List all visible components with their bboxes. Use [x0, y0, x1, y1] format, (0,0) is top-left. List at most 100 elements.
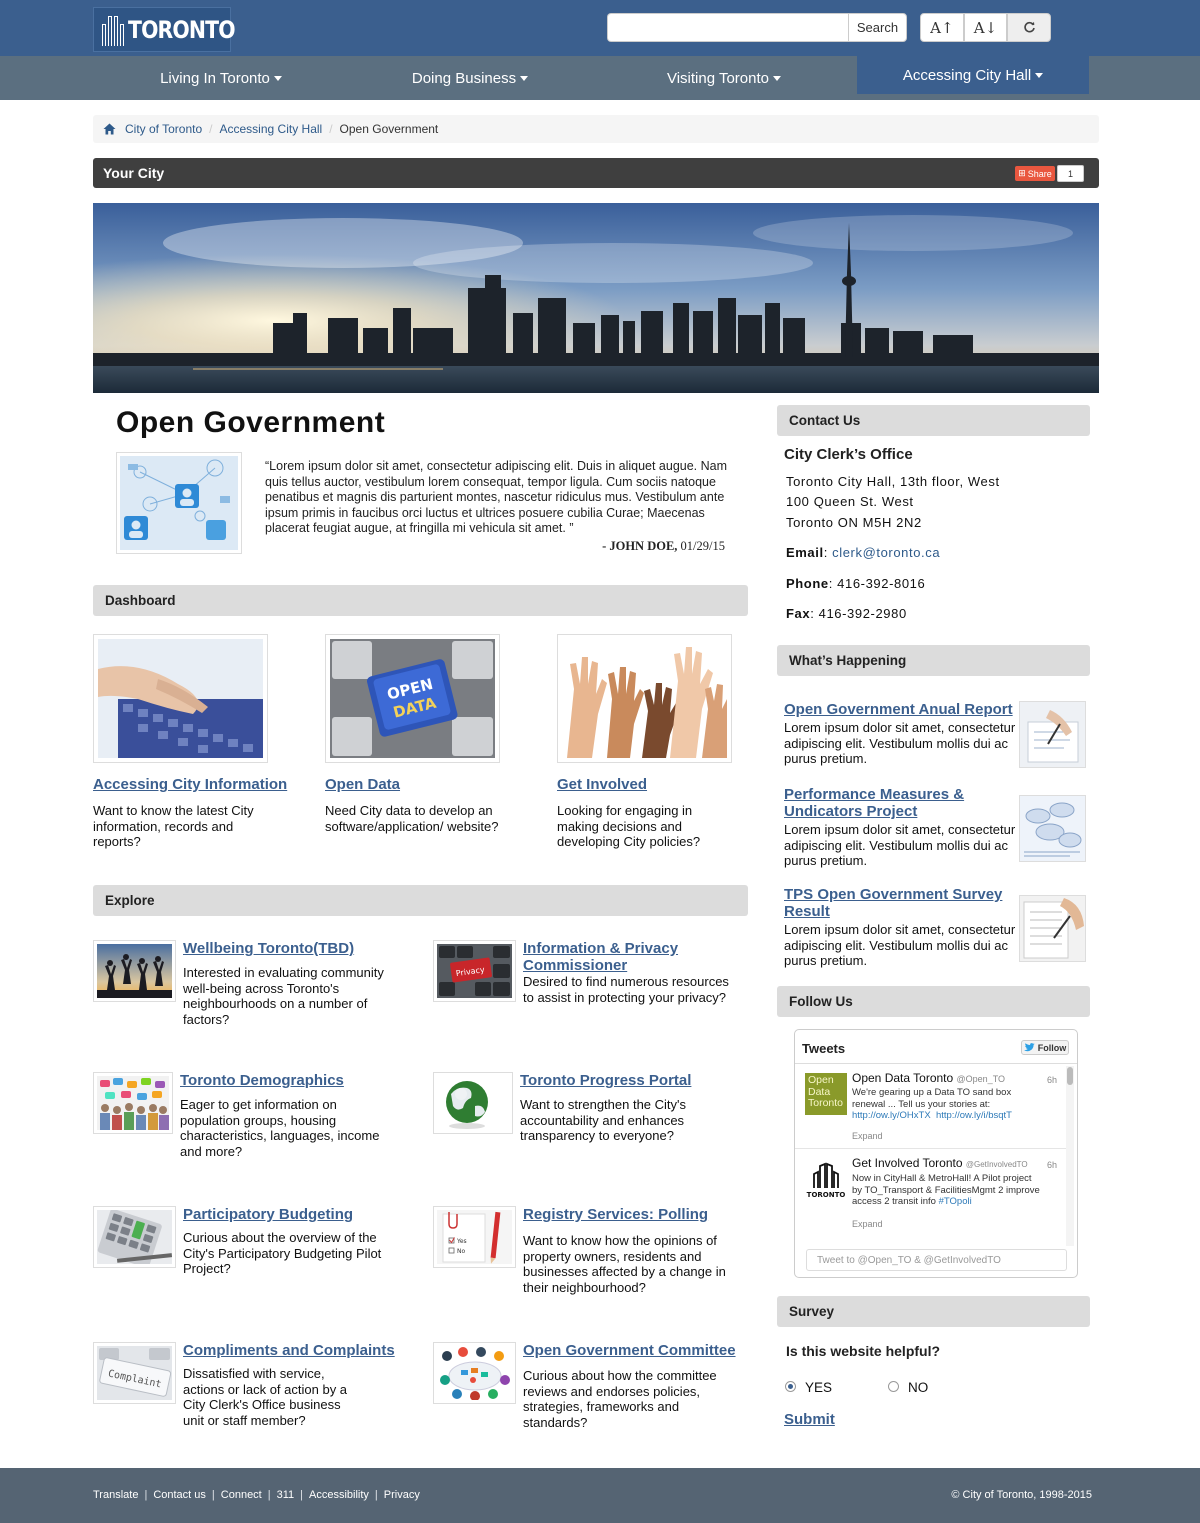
open-data-key-image[interactable]: OPEN DATA — [325, 634, 500, 763]
contact-address-line-1: Toronto City Hall, 13th floor, West — [786, 474, 1000, 489]
wellbeing-image[interactable] — [93, 940, 176, 1002]
keyboard-hands-picture — [98, 639, 263, 758]
performance-measures-link[interactable]: Performance Measures & Undicators Projec… — [784, 786, 1016, 820]
nav-accessing-city-hall[interactable]: Accessing City Hall — [857, 56, 1089, 94]
tweet-item: Open Data Toronto Open Data Toronto @Ope… — [795, 1065, 1067, 1149]
survey-yes-radio[interactable] — [785, 1381, 796, 1392]
contact-office-name: City Clerk’s Office — [784, 446, 913, 463]
tweet-expand[interactable]: Expand — [852, 1219, 883, 1229]
quote-author-name: - JOHN DOE, — [602, 539, 678, 553]
calculator-image[interactable] — [93, 1206, 176, 1268]
toronto-demographics-link[interactable]: Toronto Demographics — [180, 1072, 395, 1089]
footer-link-contact-us[interactable]: Contact us — [153, 1489, 206, 1501]
tweet-author[interactable]: Open Data Toronto @Open_TO — [852, 1071, 1005, 1085]
happening-item-annual-report: Open Government Anual Report Lorem ipsum… — [784, 701, 1094, 768]
accessing-city-information-link[interactable]: Accessing City Information — [93, 776, 293, 793]
nav-visiting-toronto[interactable]: Visiting Toronto — [591, 56, 857, 100]
wellbeing-toronto-link[interactable]: Wellbeing Toronto(TBD) — [183, 940, 398, 957]
toronto-progress-portal-link[interactable]: Toronto Progress Portal — [520, 1072, 735, 1089]
tps-survey-result-link[interactable]: TPS Open Government Survey Result — [784, 886, 1016, 920]
tweet-time: 6h — [1046, 1075, 1057, 1085]
survey-submit-button[interactable]: Submit — [784, 1411, 835, 1428]
reset-button[interactable] — [1007, 13, 1052, 42]
footer-link-311[interactable]: 311 — [277, 1489, 295, 1501]
complaint-key-image[interactable]: Complaint — [93, 1342, 176, 1404]
demographics-image[interactable] — [93, 1072, 173, 1134]
twitter-timeline-widget: Tweets Follow Open Data Toronto Open Dat… — [794, 1029, 1078, 1278]
explore-item-description: Interested in evaluating community well-… — [183, 965, 384, 1027]
survey-yes-label[interactable]: YES — [805, 1380, 832, 1395]
email-link[interactable]: clerk@toronto.ca — [832, 545, 940, 560]
survey-form-picture — [1020, 896, 1085, 961]
decrease-text-size-button[interactable]: A↓ — [963, 13, 1008, 42]
city-hall-logo-icon — [102, 14, 124, 46]
privacy-keyboard-image[interactable]: Privacy — [433, 940, 516, 1002]
home-icon[interactable] — [103, 123, 116, 135]
registry-services-polling-link[interactable]: Registry Services: Polling — [523, 1206, 738, 1223]
footer: Translate | Contact us | Connect | 311 | Acc… — [0, 1468, 1200, 1523]
tweets-scrollbar[interactable] — [1066, 1066, 1074, 1246]
nav-living-in-toronto[interactable]: Living In Toronto — [93, 56, 349, 100]
search-button[interactable]: Search — [848, 13, 907, 42]
checklist-pencil-picture: Yes No — [437, 1210, 512, 1264]
twitter-follow-button[interactable]: Follow — [1021, 1040, 1069, 1055]
raised-hands-image[interactable] — [557, 634, 732, 763]
blueprint-rolls-image[interactable] — [1019, 795, 1086, 862]
tweet-link[interactable]: http://ow.ly/OHxTX — [852, 1110, 931, 1121]
search-input[interactable] — [607, 13, 849, 42]
share-button[interactable]: ⊞ Share — [1015, 166, 1055, 181]
checklist-no-text: No — [457, 1248, 465, 1255]
globe-image[interactable] — [433, 1072, 513, 1134]
get-involved-link[interactable]: Get Involved — [557, 776, 757, 793]
footer-link-privacy[interactable]: Privacy — [384, 1489, 420, 1501]
open-data-link[interactable]: Open Data — [325, 776, 525, 793]
dashboard-card-open-data: OPEN DATA Open Data Need City data to de… — [325, 634, 525, 834]
checklist-yes-text: Yes — [456, 1238, 467, 1245]
explore-heading: Explore — [93, 885, 748, 916]
tweet-expand[interactable]: Expand — [852, 1131, 883, 1141]
participatory-budgeting-link[interactable]: Participatory Budgeting — [183, 1206, 398, 1223]
footer-separator: | — [374, 1489, 378, 1501]
toronto-logo[interactable]: TORONTO — [93, 7, 236, 52]
breadcrumb-city-of-toronto[interactable]: City of Toronto — [125, 122, 202, 136]
scrollbar-thumb[interactable] — [1067, 1067, 1073, 1085]
breadcrumb-current: Open Government — [339, 122, 439, 136]
tweet-compose-input[interactable]: Tweet to @Open_TO & @GetInvolvedTO — [806, 1249, 1067, 1271]
footer-link-translate[interactable]: Translate — [93, 1489, 138, 1501]
breadcrumb-accessing-city-hall[interactable]: Accessing City Hall — [220, 122, 323, 136]
get-involved-toronto-avatar[interactable]: TORONTO — [805, 1158, 847, 1200]
explore-item-description: Want to know how the opinions of propert… — [523, 1233, 726, 1295]
voting-checklist-image[interactable]: Yes No — [433, 1206, 516, 1268]
footer-link-accessibility[interactable]: Accessibility — [309, 1489, 369, 1501]
tweets-header: Tweets Follow — [795, 1030, 1077, 1064]
tweet-link[interactable]: http://ow.ly/i/bsqtT — [936, 1110, 1012, 1121]
footer-link-connect[interactable]: Connect — [221, 1489, 262, 1501]
tweet-author[interactable]: Get Involved Toronto @GetInvolvedTO — [852, 1156, 1028, 1170]
open-government-annual-report-link[interactable]: Open Government Anual Report — [784, 701, 1016, 718]
contact-address-line-2: 100 Queen St. West — [786, 494, 914, 509]
happening-item-description: Lorem ipsum dolor sit amet, consectetur … — [784, 822, 1016, 868]
caret-down-icon — [273, 75, 282, 81]
dashboard-card-get-involved: Get Involved Looking for engaging in mak… — [557, 634, 757, 850]
keyboard-typing-image[interactable] — [93, 634, 268, 763]
report-writing-image[interactable] — [1019, 701, 1086, 768]
open-government-committee-link[interactable]: Open Government Committee — [523, 1342, 738, 1359]
top-header: TORONTO Search A↑ A↓ — [0, 0, 1200, 56]
contact-fax: Fax: 416-392-2980 — [786, 606, 907, 621]
tweet-hashtag[interactable]: #TOpoli — [939, 1196, 972, 1207]
information-privacy-commissioner-link[interactable]: Information & Privacy Commissioner — [523, 940, 738, 974]
dashboard-heading: Dashboard — [93, 585, 748, 616]
survey-no-label[interactable]: NO — [908, 1380, 928, 1395]
open-data-toronto-avatar[interactable]: Open Data Toronto — [805, 1073, 847, 1115]
explore-item-description: Dissatisfied with service, actions or la… — [183, 1366, 348, 1428]
committee-illustration-image[interactable] — [433, 1342, 516, 1404]
svg-text:TORONTO: TORONTO — [807, 1191, 846, 1199]
survey-question: Is this website helpful? — [786, 1343, 941, 1359]
nav-doing-business[interactable]: Doing Business — [349, 56, 591, 100]
breadcrumb-separator: / — [329, 122, 333, 136]
logo-text: TORONTO — [128, 15, 236, 44]
increase-text-size-button[interactable]: A↑ — [920, 13, 964, 42]
survey-form-image[interactable] — [1019, 895, 1086, 962]
compliments-complaints-link[interactable]: Compliments and Complaints — [183, 1342, 398, 1359]
survey-no-radio[interactable] — [888, 1381, 899, 1392]
